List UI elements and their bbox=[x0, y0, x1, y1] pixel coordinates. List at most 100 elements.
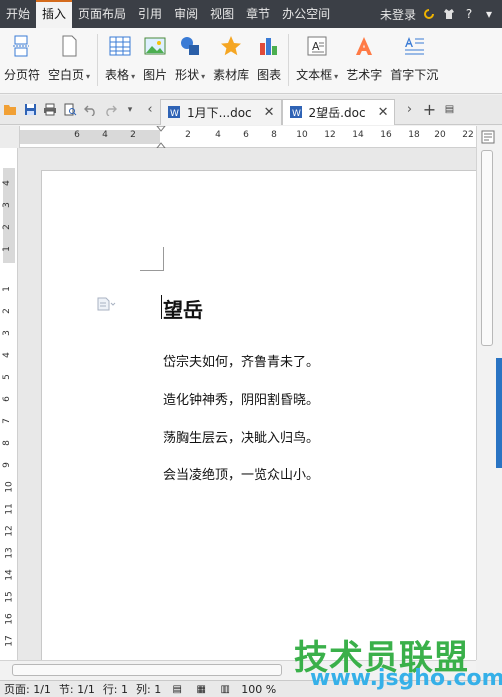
document-area[interactable]: 望岳 岱宗夫如何，齐鲁青未了。 造化钟神秀，阴阳割昏晓。 荡胸生层云，决眦入归鸟… bbox=[18, 148, 476, 660]
picture-button[interactable]: 图片 bbox=[139, 34, 171, 90]
indent-marker-icon[interactable] bbox=[155, 126, 167, 148]
ruler-tick: 9 bbox=[1, 462, 12, 468]
picture-label: 图片 bbox=[143, 68, 168, 82]
ruler-tick: 13 bbox=[4, 547, 15, 559]
status-col: 列: 1 bbox=[136, 683, 162, 696]
drop-cap-icon bbox=[402, 34, 426, 58]
picture-icon bbox=[143, 34, 167, 58]
svg-text:W: W bbox=[170, 109, 179, 119]
tab-office-space[interactable]: 办公空间 bbox=[276, 0, 336, 28]
ruler-tick: 12 bbox=[4, 525, 15, 537]
table-label: 表格 bbox=[105, 68, 130, 82]
ruler-tick: 22 bbox=[462, 130, 474, 140]
tab-page-layout[interactable]: 页面布局 bbox=[72, 0, 132, 28]
chevron-down-icon: ▾ bbox=[334, 72, 339, 81]
vertical-scroll-thumb[interactable] bbox=[481, 150, 493, 346]
help-icon[interactable]: ? bbox=[462, 7, 476, 21]
save-icon[interactable] bbox=[20, 98, 40, 122]
tab-menu-icon[interactable]: ▤ bbox=[439, 98, 459, 122]
document-page[interactable]: 望岳 岱宗夫如何，齐鲁青未了。 造化钟神秀，阴阳割昏晓。 荡胸生层云，决眦入归鸟… bbox=[41, 170, 476, 660]
vertical-scrollbar[interactable] bbox=[476, 126, 502, 660]
svg-text:W: W bbox=[292, 109, 301, 119]
document-title[interactable]: 望岳 bbox=[163, 294, 203, 323]
tab-section[interactable]: 章节 bbox=[240, 0, 276, 28]
tab-view[interactable]: 视图 bbox=[204, 0, 240, 28]
new-tab-icon[interactable]: + bbox=[419, 98, 439, 122]
undo-icon[interactable] bbox=[80, 98, 100, 122]
textbox-button[interactable]: A 文本框 ▾ bbox=[292, 34, 342, 90]
ruler-tick: 7 bbox=[1, 418, 12, 424]
drop-cap-button[interactable]: 首字下沉 bbox=[386, 34, 442, 90]
customize-chevron-icon[interactable]: ▾ bbox=[120, 98, 140, 122]
ribbon-divider bbox=[288, 34, 290, 86]
ruler-tick: 1 bbox=[1, 246, 12, 252]
ruler-tick: 5 bbox=[1, 374, 12, 380]
paragraph-layout-icon[interactable] bbox=[97, 297, 116, 313]
horizontal-ruler[interactable]: 6 4 2 2 4 6 8 10 12 14 16 18 20 22 bbox=[20, 126, 476, 148]
ruler-tick: 2 bbox=[130, 130, 136, 140]
sync-icon[interactable] bbox=[422, 7, 436, 21]
horizontal-scroll-thumb[interactable] bbox=[12, 664, 282, 676]
ruler-toggle-icon[interactable] bbox=[481, 130, 495, 144]
page-break-label: 分页符 bbox=[4, 68, 41, 82]
chevron-down-icon[interactable]: ▾ bbox=[482, 7, 496, 21]
print-icon[interactable] bbox=[40, 98, 60, 122]
redo-icon[interactable] bbox=[100, 98, 120, 122]
ruler-tick: 4 bbox=[215, 130, 221, 140]
ruler-tick: 14 bbox=[352, 130, 364, 140]
ruler-tick: 8 bbox=[1, 440, 12, 446]
skin-icon[interactable] bbox=[442, 7, 456, 21]
tab-review[interactable]: 审阅 bbox=[168, 0, 204, 28]
tab-doc-2[interactable]: W 2望岳.doc ✕ bbox=[281, 98, 396, 125]
textbox-label: 文本框 bbox=[296, 68, 333, 82]
tab-doc-1[interactable]: W 1月下...doc ✕ bbox=[160, 98, 282, 125]
ruler-tick: 16 bbox=[4, 613, 15, 625]
material-library-button[interactable]: 素材库 bbox=[209, 34, 253, 90]
tab-start[interactable]: 开始 bbox=[0, 0, 36, 28]
ruler-tick: 6 bbox=[243, 130, 249, 140]
table-button[interactable]: 表格 ▾ bbox=[101, 34, 139, 90]
chart-button[interactable]: 图表 bbox=[253, 34, 285, 90]
close-icon[interactable]: ✕ bbox=[264, 105, 275, 120]
tab-insert[interactable]: 插入 bbox=[36, 0, 73, 28]
open-folder-icon[interactable] bbox=[0, 98, 20, 122]
login-link[interactable]: 未登录 bbox=[380, 6, 416, 23]
poem-line[interactable]: 造化钟神秀，阴阳割昏晓。 bbox=[163, 389, 319, 408]
ribbon-divider bbox=[97, 34, 99, 86]
ruler-margin-left bbox=[20, 130, 160, 144]
chevron-down-icon: ▾ bbox=[201, 72, 206, 81]
wordart-icon bbox=[352, 34, 376, 58]
poem-line[interactable]: 荡胸生层云，决眦入归鸟。 bbox=[163, 427, 319, 446]
tab-doc-1-label: 1月下...doc bbox=[187, 105, 252, 120]
vertical-ruler[interactable]: 4 3 2 1 1 2 3 4 5 6 7 8 9 10 11 12 13 14… bbox=[0, 148, 18, 660]
wordart-button[interactable]: 艺术字 bbox=[342, 34, 386, 90]
poem-line[interactable]: 会当凌绝顶，一览众山小。 bbox=[163, 464, 319, 483]
material-library-label: 素材库 bbox=[213, 68, 250, 82]
wordart-label: 艺术字 bbox=[346, 68, 383, 82]
outline-view-icon[interactable]: ▦ bbox=[193, 682, 209, 696]
tab-references[interactable]: 引用 bbox=[132, 0, 168, 28]
chart-label: 图表 bbox=[257, 68, 282, 82]
web-view-icon[interactable]: ▥ bbox=[217, 682, 233, 696]
print-preview-icon[interactable] bbox=[60, 98, 80, 122]
close-icon[interactable]: ✕ bbox=[378, 105, 389, 120]
shapes-button[interactable]: 形状 ▾ bbox=[171, 34, 209, 90]
side-panel-handle[interactable] bbox=[496, 358, 502, 468]
ruler-tick: 20 bbox=[434, 130, 446, 140]
tabs-left-chevron-icon[interactable]: ‹ bbox=[140, 98, 160, 122]
page-view-icon[interactable]: ▤ bbox=[169, 682, 185, 696]
page-break-button[interactable]: 分页符 bbox=[0, 34, 44, 90]
blank-page-button[interactable]: 空白页 ▾ bbox=[44, 34, 94, 90]
tabs-right-chevron-icon[interactable]: › bbox=[399, 98, 419, 122]
ruler-tick: 4 bbox=[102, 130, 108, 140]
textbox-icon: A bbox=[305, 34, 329, 58]
table-icon bbox=[108, 34, 132, 58]
ruler-tick: 14 bbox=[4, 569, 15, 581]
ruler-tick: 16 bbox=[380, 130, 392, 140]
poem-line[interactable]: 岱宗夫如何，齐鲁青未了。 bbox=[163, 351, 319, 370]
shapes-label: 形状 bbox=[175, 68, 200, 82]
ruler-tick: 12 bbox=[324, 130, 336, 140]
ruler-tick: 8 bbox=[271, 130, 277, 140]
status-section: 节: 1/1 bbox=[58, 683, 95, 696]
blank-page-label: 空白页 bbox=[48, 68, 85, 82]
